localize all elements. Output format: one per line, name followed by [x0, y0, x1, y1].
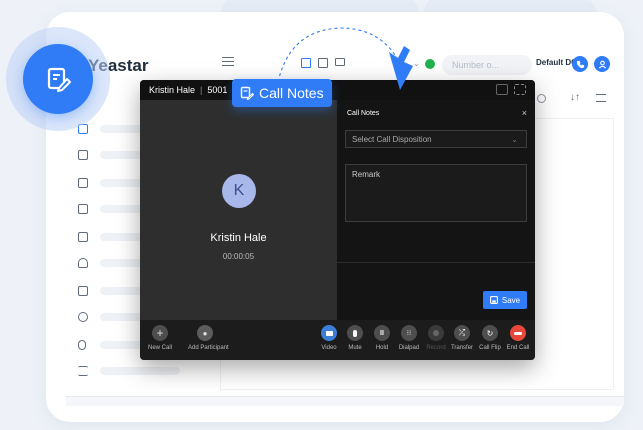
sidebar-item-recordings[interactable]	[78, 338, 180, 352]
document-icon	[78, 286, 88, 296]
headset-icon	[78, 258, 88, 268]
call-notes-title: Call Notes	[347, 110, 380, 117]
phone-icon	[576, 60, 584, 68]
voicemail-icon	[78, 312, 88, 322]
call-notes-callout: Call Notes	[232, 79, 332, 107]
save-icon	[489, 296, 498, 304]
record-icon	[428, 325, 444, 341]
search-icon[interactable]	[537, 94, 546, 103]
user-icon	[598, 60, 606, 68]
monitor-icon	[78, 232, 88, 242]
microphone-icon	[78, 340, 86, 350]
bottom-divider	[66, 396, 624, 406]
notes-edit-icon	[240, 86, 254, 100]
minimize-window-icon[interactable]	[496, 84, 508, 95]
call-disposition-select[interactable]: Select Call Disposition ⌄	[345, 130, 527, 148]
add-participant-button[interactable]: ● Add Participant	[188, 325, 229, 351]
status-dropdown-chevron-icon[interactable]: ⌄	[413, 59, 420, 68]
home-icon	[78, 178, 88, 188]
dialpad-icon: ⁝⁝	[401, 325, 417, 341]
notes-edit-icon	[23, 44, 93, 114]
online-status-icon	[425, 59, 435, 69]
call-toolbar: + New Call ● Add Participant Video Mute …	[140, 320, 535, 360]
end-call-label: End Call	[506, 345, 530, 351]
close-icon[interactable]: ×	[522, 108, 527, 118]
chevron-down-icon: ⌄	[511, 134, 518, 144]
pause-icon: II	[374, 325, 390, 341]
app-icon-halo	[6, 27, 110, 131]
caller-avatar: K	[222, 174, 256, 208]
pointer-arrow-icon	[389, 46, 413, 90]
sidebar-item-messages[interactable]	[78, 148, 180, 162]
video-icon	[321, 325, 337, 341]
add-participant-label: Add Participant	[188, 345, 229, 351]
sidebar-item-queue[interactable]	[78, 256, 180, 270]
sidebar-item-label	[100, 367, 180, 375]
new-call-button[interactable]: + New Call	[143, 325, 177, 351]
fullscreen-icon[interactable]	[514, 84, 526, 95]
call-notes-panel: Call Notes × Select Call Disposition ⌄ R…	[337, 100, 535, 320]
end-call-button[interactable]: End Call	[501, 325, 535, 351]
remark-textarea[interactable]: Remark	[345, 164, 527, 222]
remark-placeholder: Remark	[352, 170, 381, 179]
sort-icon[interactable]: ↓↑	[570, 92, 580, 103]
call-duration: 00:00:05	[222, 252, 255, 261]
sidebar-item-monitor[interactable]	[78, 230, 180, 244]
sidebar-item-voicemail[interactable]	[78, 310, 180, 324]
save-button-label: Save	[501, 295, 521, 305]
transfer-icon: ⤮	[454, 325, 470, 341]
sidebar-item-settings[interactable]	[78, 364, 180, 378]
sidebar-item-reports[interactable]	[78, 284, 180, 298]
caller-info-pane: K Kristin Hale 00:00:05	[140, 100, 337, 320]
call-flip-icon: ↻	[482, 325, 498, 341]
caller-name: Kristin Hale	[210, 232, 267, 244]
notes-footer-divider	[337, 262, 535, 263]
add-person-icon: ●	[197, 325, 213, 341]
sidebar-item-contacts[interactable]	[78, 202, 180, 216]
caller-extension: 5001	[207, 85, 228, 95]
user-avatar-button[interactable]	[594, 56, 610, 72]
plus-icon: +	[152, 325, 168, 341]
number-search-input[interactable]: Number o...	[442, 55, 532, 75]
call-window: Kristin Hale | 5001 K Kristin Hale 00:00…	[140, 80, 535, 360]
hang-up-icon	[510, 325, 526, 341]
microphone-icon	[347, 325, 363, 341]
call-disposition-placeholder: Select Call Disposition	[352, 134, 432, 144]
save-button[interactable]: Save	[483, 291, 527, 309]
contact-card-icon	[78, 204, 88, 214]
phone-button[interactable]	[572, 56, 588, 72]
settings-list-icon	[78, 366, 88, 376]
header-separator: |	[200, 85, 203, 95]
message-icon	[78, 150, 88, 160]
new-call-label: New Call	[147, 345, 172, 351]
caller-header-name: Kristin Hale	[149, 85, 196, 95]
list-view-icon[interactable]	[596, 94, 606, 102]
callout-label: Call Notes	[259, 85, 324, 101]
menu-toggle-icon[interactable]	[222, 57, 234, 66]
sidebar-item-home[interactable]	[78, 176, 180, 190]
